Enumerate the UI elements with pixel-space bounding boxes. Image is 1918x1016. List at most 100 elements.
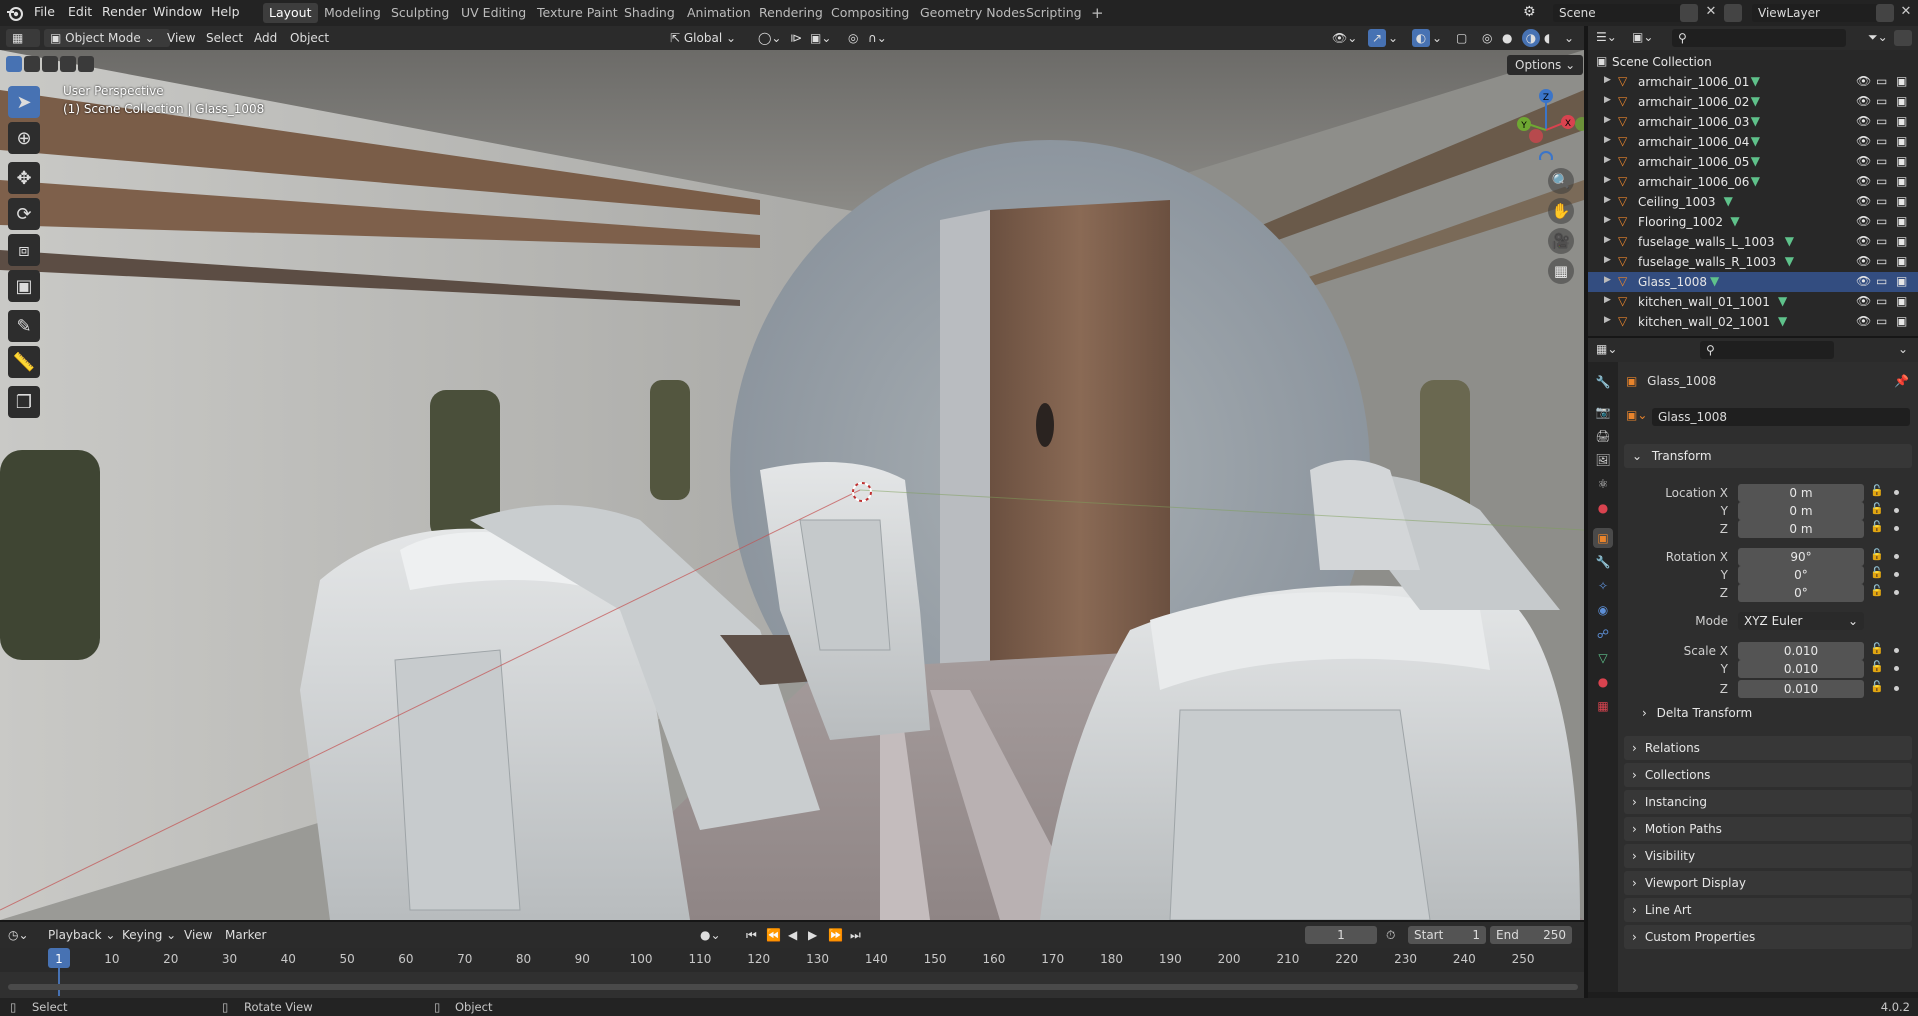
mesh-data-icon[interactable]: ▼	[1778, 314, 1787, 328]
modifier-tab-icon[interactable]: 🔧	[1593, 552, 1613, 572]
overlay-toggle-icon[interactable]: ◐	[1412, 29, 1430, 47]
add-cube-tool-icon[interactable]: ❐	[8, 386, 40, 418]
timeline-marker-menu[interactable]: Marker	[225, 926, 266, 944]
mesh-data-icon[interactable]: ▼	[1710, 274, 1719, 288]
tab-scripting[interactable]: Scripting	[1020, 3, 1088, 23]
render-camera-icon[interactable]: ▣	[1896, 174, 1907, 188]
options-button[interactable]: Options ⌄	[1507, 55, 1584, 75]
disclosure-triangle-icon[interactable]: ▶	[1604, 175, 1611, 185]
outliner-item[interactable]: ▶ ▽ armchair_1006_03 ▼ 👁 ▭ ▣	[1588, 112, 1918, 132]
disclosure-triangle-icon[interactable]: ▶	[1604, 95, 1611, 105]
disclosure-triangle-icon[interactable]: ▶	[1604, 315, 1611, 325]
select-box-tool-icon[interactable]: ➤	[8, 86, 40, 118]
lock-icon[interactable]: 🔓	[1870, 502, 1884, 515]
disclosure-triangle-icon[interactable]: ▶	[1604, 115, 1611, 125]
viewport-monitor-icon[interactable]: ▭	[1876, 114, 1887, 128]
rotation-z-field[interactable]: 0°	[1738, 584, 1864, 602]
tab-rendering[interactable]: Rendering	[753, 3, 829, 23]
output-tab-icon[interactable]: 🖨	[1593, 426, 1613, 446]
mesh-data-icon[interactable]: ▼	[1751, 74, 1760, 88]
select-new-icon[interactable]	[6, 56, 22, 72]
tab-uv-editing[interactable]: UV Editing	[455, 3, 532, 23]
playback-menu[interactable]: Playback ⌄	[48, 926, 115, 944]
viewport-menu-add[interactable]: Add	[254, 29, 277, 47]
rotation-mode-dropdown[interactable]: XYZ Euler ⌄	[1738, 612, 1864, 630]
keyframe-dot-icon[interactable]	[1894, 590, 1899, 595]
outliner-search-input[interactable]: ⚲	[1672, 29, 1846, 47]
render-camera-icon[interactable]: ▣	[1896, 134, 1907, 148]
proportional-falloff-icon[interactable]: ∩⌄	[868, 29, 887, 47]
keyframe-dot-icon[interactable]	[1894, 490, 1899, 495]
mesh-data-icon[interactable]: ▼	[1751, 94, 1760, 108]
disclosure-triangle-icon[interactable]: ▶	[1604, 295, 1611, 305]
viewport-monitor-icon[interactable]: ▭	[1876, 234, 1887, 248]
delete-view-layer-icon[interactable]: ✕	[1898, 4, 1914, 22]
tool-tab-icon[interactable]: 🔧	[1593, 372, 1613, 392]
keying-menu[interactable]: Keying ⌄	[122, 926, 176, 944]
rotate-tool-icon[interactable]: ⟳	[8, 198, 40, 230]
tab-compositing[interactable]: Compositing	[825, 3, 915, 23]
mesh-data-icon[interactable]: ▼	[1751, 134, 1760, 148]
visibility-eye-icon[interactable]: 👁	[1856, 74, 1871, 88]
view-layer-icon[interactable]	[1724, 4, 1742, 22]
outliner-item[interactable]: ▶ ▽ armchair_1006_02 ▼ 👁 ▭ ▣	[1588, 92, 1918, 112]
current-frame-field[interactable]: 1	[1305, 926, 1377, 944]
editor-type-button[interactable]: ▦	[6, 29, 40, 47]
properties-panel-header[interactable]: › Viewport Display	[1624, 871, 1912, 895]
visibility-eye-icon[interactable]: 👁	[1856, 234, 1871, 248]
timeline[interactable]: 1 10 20 30 40 50 60 70 80 90 100 110 120 130 140 150 160…	[0, 948, 1584, 998]
menu-edit[interactable]: Edit	[68, 4, 92, 19]
mesh-data-icon[interactable]: ▼	[1751, 174, 1760, 188]
view-layer-tab-icon[interactable]: 🖼	[1593, 450, 1613, 470]
end-frame-field[interactable]: End 250	[1490, 926, 1572, 944]
zoom-icon[interactable]: 🔍	[1548, 168, 1574, 194]
jump-end-icon[interactable]: ⏭	[850, 926, 861, 944]
properties-panel-header[interactable]: › Instancing	[1624, 790, 1912, 814]
mode-dropdown[interactable]: ▣ Object Mode ⌄	[44, 29, 170, 47]
area-divider-vertical[interactable]	[1584, 26, 1588, 998]
render-camera-icon[interactable]: ▣	[1896, 194, 1907, 208]
new-scene-icon[interactable]	[1680, 4, 1698, 22]
disclosure-triangle-icon[interactable]: ▶	[1604, 75, 1611, 85]
lock-icon[interactable]: 🔓	[1870, 680, 1884, 693]
outliner-item[interactable]: ▶ ▽ armchair_1006_01 ▼ 👁 ▭ ▣	[1588, 72, 1918, 92]
physics-tab-icon[interactable]: ◉	[1593, 600, 1613, 620]
scene-tab-icon[interactable]: ⚛	[1593, 474, 1613, 494]
outliner-item[interactable]: ▶ ▽ kitchen_wall_01_1001 ▼ 👁 ▭ ▣	[1588, 292, 1918, 312]
render-camera-icon[interactable]: ▣	[1896, 254, 1907, 268]
tab-texture-paint[interactable]: Texture Paint	[531, 3, 624, 23]
lock-icon[interactable]: 🔓	[1870, 584, 1884, 597]
outliner-item[interactable]: ▶ ▽ fuselage_walls_L_1003 ▼ 👁 ▭ ▣	[1588, 232, 1918, 252]
viewport-monitor-icon[interactable]: ▭	[1876, 154, 1887, 168]
lock-icon[interactable]: 🔓	[1870, 660, 1884, 673]
keyframe-dot-icon[interactable]	[1894, 554, 1899, 559]
keyframe-dot-icon[interactable]	[1894, 526, 1899, 531]
properties-panel-header[interactable]: › Relations	[1624, 736, 1912, 760]
blender-logo-icon[interactable]	[6, 4, 24, 22]
outliner-item[interactable]: ▶ ▽ kitchen_wall_02_1001 ▼ 👁 ▭ ▣	[1588, 312, 1918, 332]
outliner-item[interactable]: ▶ ▽ armchair_1006_05 ▼ 👁 ▭ ▣	[1588, 152, 1918, 172]
viewport-monitor-icon[interactable]: ▭	[1876, 274, 1887, 288]
scene-collection-row[interactable]: ▣ Scene Collection	[1588, 52, 1918, 72]
texture-tab-icon[interactable]: ▦	[1593, 696, 1613, 716]
shading-wireframe-icon[interactable]: ◎	[1482, 29, 1492, 47]
render-camera-icon[interactable]: ▣	[1896, 154, 1907, 168]
render-camera-icon[interactable]: ▣	[1896, 94, 1907, 108]
keyframe-dot-icon[interactable]	[1894, 508, 1899, 513]
outliner-item[interactable]: ▶ ▽ Ceiling_1003 ▼ 👁 ▭ ▣	[1588, 192, 1918, 212]
annotate-tool-icon[interactable]: ✎	[8, 310, 40, 342]
select-subtract-icon[interactable]	[42, 56, 58, 72]
datablock-name-field[interactable]: Glass_1008	[1652, 408, 1910, 426]
shading-material-icon[interactable]: ◑	[1522, 29, 1540, 47]
play-icon[interactable]: ▶	[808, 926, 817, 944]
pivot-point-icon[interactable]: ◯⌄	[758, 29, 781, 47]
stopwatch-icon[interactable]: ⏱	[1386, 926, 1395, 944]
viewport-menu-view[interactable]: View	[167, 29, 195, 47]
measure-tool-icon[interactable]: 📏	[8, 346, 40, 378]
outliner-item[interactable]: ▶ ▽ fuselage_walls_R_1003 ▼ 👁 ▭ ▣	[1588, 252, 1918, 272]
viewport-monitor-icon[interactable]: ▭	[1876, 134, 1887, 148]
data-tab-icon[interactable]: ▽	[1593, 648, 1613, 668]
scene-selector[interactable]: Scene	[1553, 4, 1683, 22]
delta-transform-subpanel[interactable]: › Delta Transform	[1642, 706, 1904, 726]
next-keyframe-icon[interactable]: ⏩	[828, 926, 843, 944]
